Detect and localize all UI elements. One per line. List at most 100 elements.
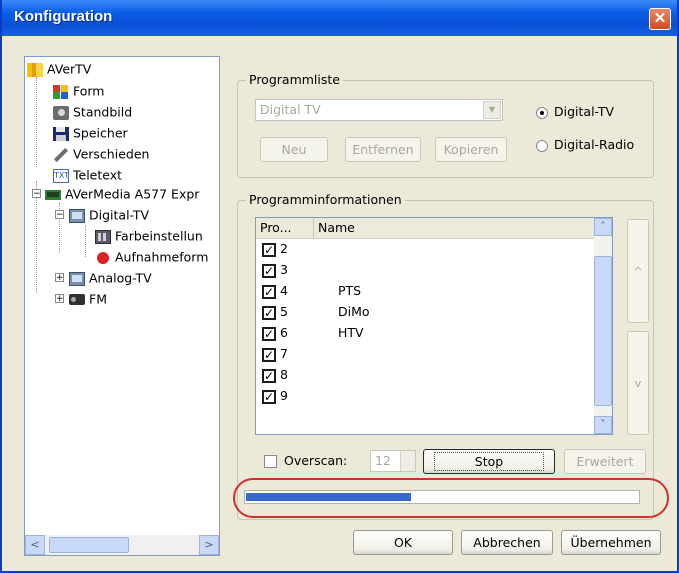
tree-item-avermedia[interactable]: AVerMedia A577 Expr xyxy=(45,184,199,204)
radio-indicator xyxy=(536,106,548,119)
arrow-left-icon: < xyxy=(30,538,40,551)
scroll-left-button[interactable]: < xyxy=(25,535,45,555)
camera-icon xyxy=(53,105,69,120)
close-icon: ✕ xyxy=(653,10,667,27)
overscan-checkbox[interactable] xyxy=(264,455,277,468)
overscan-value: 12 xyxy=(375,453,391,468)
title-bar[interactable]: Konfiguration ✕ xyxy=(2,0,677,36)
neu-button[interactable]: Neu xyxy=(260,137,328,162)
tree-item-fm[interactable]: FM xyxy=(69,289,107,309)
radio-icon xyxy=(69,294,85,305)
window-title: Konfiguration xyxy=(14,8,113,25)
tree-horizontal-scrollbar[interactable]: < > xyxy=(25,535,219,555)
ok-button[interactable]: OK xyxy=(353,530,453,555)
programminformationen-legend: Programminformationen xyxy=(246,192,405,207)
abbrechen-button[interactable]: Abbrechen xyxy=(461,530,553,555)
program-list[interactable]: Pro... Name ✓ 2 ✓ 3 ✓ 4 PTS ✓ 5 DiMo ✓ 6 HTV ✓ 7 ✓ 8 ✓ 9 ˄… xyxy=(255,217,613,435)
row-checkbox[interactable]: ✓ xyxy=(262,285,276,299)
uebernehmen-button[interactable]: Übernehmen xyxy=(561,530,661,555)
tree-guide-line xyxy=(85,225,86,257)
erweitert-button[interactable]: Erweitert xyxy=(564,449,646,474)
radio-digital-radio[interactable]: Digital-Radio xyxy=(536,136,634,154)
radio-digital-tv[interactable]: Digital-TV xyxy=(536,103,614,121)
close-button[interactable]: ✕ xyxy=(649,8,671,30)
monitor-icon xyxy=(69,271,85,286)
program-name: HTV xyxy=(338,325,364,340)
tree-item-avertv[interactable]: AVerTV xyxy=(27,59,91,79)
radio-digital-tv-label: Digital-TV xyxy=(554,104,615,119)
tree-item-form[interactable]: Form xyxy=(53,81,105,101)
program-list-combo[interactable]: Digital TV ▼ xyxy=(255,99,503,121)
tv-card-icon xyxy=(45,189,61,200)
row-checkbox[interactable]: ✓ xyxy=(262,243,276,257)
program-number: 9 xyxy=(280,388,288,403)
program-name: PTS xyxy=(338,283,362,298)
form-icon xyxy=(53,84,69,99)
arrow-right-icon: > xyxy=(204,538,214,551)
scroll-thumb[interactable] xyxy=(594,256,612,406)
programmliste-group: Programmliste Digital TV ▼ Neu Entfernen… xyxy=(237,72,654,178)
row-checkbox[interactable]: ✓ xyxy=(262,390,276,404)
floppy-disk-icon xyxy=(53,126,69,141)
wrench-icon xyxy=(53,147,69,162)
color-settings-icon xyxy=(95,229,111,244)
entfernen-button[interactable]: Entfernen xyxy=(345,137,421,162)
row-checkbox[interactable]: ✓ xyxy=(262,264,276,278)
scroll-right-button[interactable]: > xyxy=(199,535,219,555)
avertv-icon xyxy=(27,62,43,77)
table-row[interactable]: ✓ 6 HTV xyxy=(256,324,596,345)
table-row[interactable]: ✓ 5 DiMo xyxy=(256,303,596,324)
move-up-button[interactable]: ^ xyxy=(627,219,649,323)
table-row[interactable]: ✓ 4 PTS xyxy=(256,282,596,303)
tree-item-teletext[interactable]: TXT Teletext xyxy=(53,165,122,185)
tree-item-farbeinstellung[interactable]: Farbeinstellun xyxy=(95,226,203,246)
table-row[interactable]: ✓ 9 xyxy=(256,387,596,408)
program-number: 2 xyxy=(280,241,288,256)
scroll-thumb[interactable] xyxy=(49,537,129,553)
progress-highlight-annotation xyxy=(233,478,669,518)
column-header-pro[interactable]: Pro... xyxy=(256,218,314,238)
tree-collapse-toggle[interactable]: − xyxy=(32,189,41,199)
stop-button[interactable]: Stop xyxy=(423,449,555,474)
record-icon xyxy=(95,251,111,265)
tree-expand-toggle[interactable]: + xyxy=(55,294,64,304)
table-row[interactable]: ✓ 2 xyxy=(256,240,596,261)
radio-indicator xyxy=(536,139,548,152)
scroll-down-button[interactable]: ˅ xyxy=(594,416,612,434)
row-checkbox[interactable]: ✓ xyxy=(262,327,276,341)
tree-item-standbild[interactable]: Standbild xyxy=(53,102,132,122)
table-row[interactable]: ✓ 8 xyxy=(256,366,596,387)
overscan-spinner[interactable]: 12 xyxy=(370,450,416,472)
list-vertical-scrollbar[interactable]: ˄ ˅ xyxy=(594,218,612,434)
table-row[interactable]: ✓ 3 xyxy=(256,261,596,282)
tree-collapse-toggle[interactable]: − xyxy=(55,210,64,220)
scroll-up-button[interactable]: ˄ xyxy=(594,218,612,236)
arrow-down-icon: v xyxy=(634,377,642,390)
programminformationen-group: Programminformationen Pro... Name ✓ 2 ✓ 3 ✓ 4… xyxy=(237,192,654,520)
tree-guide-line xyxy=(36,77,37,167)
overscan-label: Overscan: xyxy=(284,453,348,468)
table-row[interactable]: ✓ 7 xyxy=(256,345,596,366)
tree-item-verschieden[interactable]: Verschieden xyxy=(53,144,149,164)
tree-item-speicher[interactable]: Speicher xyxy=(53,123,128,143)
chevron-down-icon[interactable]: ▼ xyxy=(483,101,501,119)
tree-expand-toggle[interactable]: + xyxy=(55,273,64,283)
list-header: Pro... Name xyxy=(256,218,596,239)
combo-value: Digital TV xyxy=(260,102,321,117)
row-checkbox[interactable]: ✓ xyxy=(262,369,276,383)
program-number: 5 xyxy=(280,304,288,319)
tree-item-analog-tv[interactable]: Analog-TV xyxy=(69,268,152,288)
move-down-button[interactable]: v xyxy=(627,331,649,435)
kopieren-button[interactable]: Kopieren xyxy=(435,137,507,162)
arrow-up-icon: ˄ xyxy=(600,221,606,232)
program-number: 6 xyxy=(280,325,288,340)
row-checkbox[interactable]: ✓ xyxy=(262,306,276,320)
settings-tree[interactable]: AVerTV Form Standbild Speicher Verschied… xyxy=(24,56,220,556)
spinner-arrows-icon[interactable] xyxy=(400,451,415,471)
program-number: 3 xyxy=(280,262,288,277)
tree-item-aufnahmeformat[interactable]: Aufnahmeform xyxy=(95,247,208,267)
row-checkbox[interactable]: ✓ xyxy=(262,348,276,362)
tree-item-digital-tv[interactable]: Digital-TV xyxy=(69,205,149,225)
column-header-name[interactable]: Name xyxy=(314,218,434,238)
teletext-icon: TXT xyxy=(53,168,69,183)
